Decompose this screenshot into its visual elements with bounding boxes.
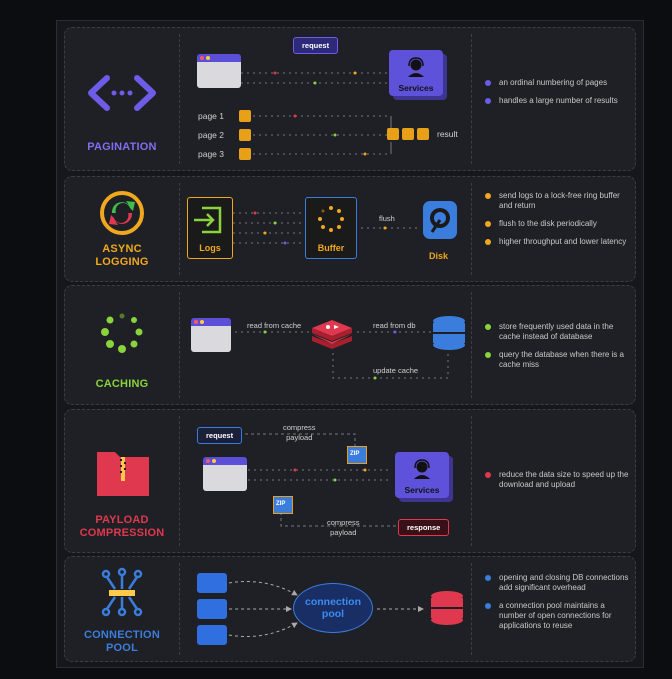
client-window[interactable] [203,457,247,491]
page-2-label: page 2 [198,130,224,140]
result-block-2 [402,128,414,140]
buffer-label: Buffer [317,243,345,253]
result-label: result [437,129,458,139]
database-icon[interactable] [429,589,465,629]
result-block-3 [417,128,429,140]
bullet-item: an ordinal numbering of pages [481,78,631,88]
client-window[interactable] [197,54,241,88]
disk-label: Disk [429,251,449,261]
connection-pool-section: CONNECTION POOL connection pool opening … [64,556,636,662]
bullet-item: reduce the data size to speed up the dow… [481,470,631,490]
client-window[interactable] [191,318,231,352]
services-label: Services [404,485,440,495]
caching-flow-lines [235,330,449,380]
page-1-label: page 1 [198,111,224,121]
update-cache-label: update cache [373,366,419,375]
request-label: request [293,37,339,54]
async-flow-lines [233,211,417,245]
services-label: Services [398,83,434,93]
database-icon[interactable] [431,314,467,354]
flush-label: flush [379,214,395,223]
page-3-block [239,148,251,160]
ring-buffer-icon [318,206,344,232]
app-connection-1 [197,573,227,593]
compress-payload-top-label: compress payload [283,423,316,442]
page-2-block [239,129,251,141]
services-box[interactable]: Services [395,452,449,498]
async-logging-section: ASYNC LOGGING Logs Buffer flush Disk sen… [64,176,636,282]
read-from-db-label: read from db [373,321,416,330]
logs-box[interactable]: Logs [187,197,233,259]
response-label: response [398,519,450,536]
zip-archive-icon: ZIP [273,496,293,514]
headset-agent-icon [408,57,424,77]
payload-compression-section: PAYLOAD COMPRESSION request compress pay… [64,409,636,553]
app-connection-2 [197,599,227,619]
pagination-section: PAGINATION request Services page 1 page … [64,27,636,171]
caching-section: CACHING read from cache read from db upd… [64,285,636,405]
bullet-item: higher throughput and lower latency [481,237,631,247]
zip-archive-icon: ZIP [347,446,367,464]
pool-flow-lines [228,581,424,637]
bullet-item: opening and closing DB connections add s… [481,573,631,593]
headset-agent-icon [414,459,430,479]
app-connection-3 [197,625,227,645]
services-box[interactable]: Services [389,50,443,96]
page-3-label: page 3 [198,149,224,159]
login-arrow-icon [194,206,222,234]
bullet-item: query the database when there is a cache… [481,350,631,370]
page-1-block [239,110,251,122]
compress-payload-bottom-label: compress payload [327,518,360,537]
redis-cache-icon[interactable] [308,314,356,354]
bullet-item: flush to the disk periodically [481,219,631,229]
read-from-cache-label: read from cache [247,321,302,330]
request-label: request [197,427,243,444]
disk-icon[interactable] [419,199,463,243]
bullet-item: send logs to a lock-free ring buffer and… [481,191,631,211]
logs-label: Logs [199,243,221,253]
bullet-item: a connection pool maintains a number of … [481,601,631,631]
bullet-item: store frequently used data in the cache … [481,322,631,342]
buffer-box[interactable]: Buffer [305,197,357,259]
bullet-item: handles a large number of results [481,96,631,106]
connection-pool-node[interactable]: connection pool [293,583,373,633]
result-block-1 [387,128,399,140]
